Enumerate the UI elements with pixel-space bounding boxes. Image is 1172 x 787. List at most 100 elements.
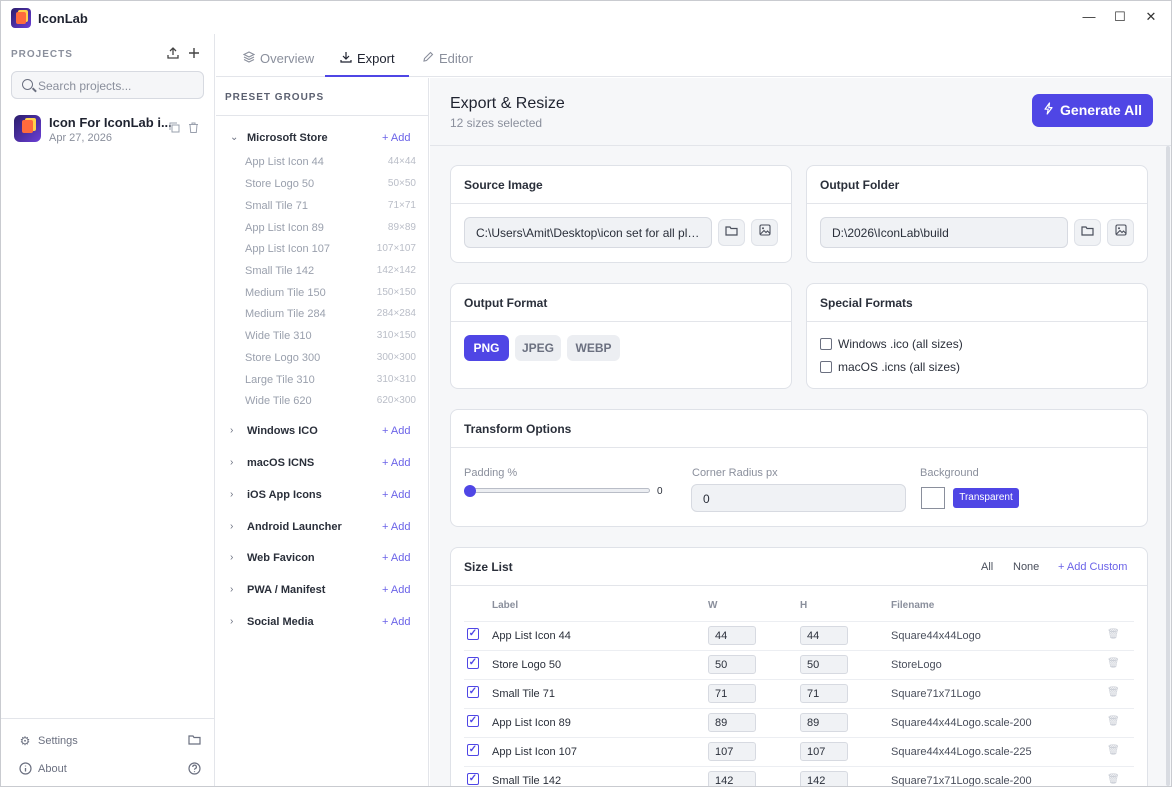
add-group-button[interactable]: + Add — [382, 616, 410, 628]
delete-project-button[interactable] — [187, 122, 199, 134]
open-folder-button[interactable] — [187, 734, 201, 748]
add-group-button[interactable]: + Add — [382, 521, 410, 533]
select-none-button[interactable]: None — [1013, 561, 1039, 573]
preset-group-social-media[interactable]: › Social Media + Add — [216, 613, 428, 633]
width-input[interactable]: 71 — [708, 684, 756, 703]
preset-item[interactable]: App List Icon 44 44×44 — [216, 154, 428, 172]
select-all-button[interactable]: All — [981, 561, 993, 573]
add-group-button[interactable]: + Add — [382, 425, 410, 437]
padding-slider-track[interactable] — [469, 488, 650, 493]
tab-editor[interactable]: Editor — [421, 44, 473, 77]
background-color-swatch[interactable] — [921, 487, 945, 509]
preset-group-pwa[interactable]: › PWA / Manifest + Add — [216, 581, 428, 601]
row-filename[interactable]: Square44x44Logo.scale-200 — [891, 717, 1032, 729]
export-project-button[interactable] — [165, 46, 181, 62]
preset-item[interactable]: Store Logo 50 50×50 — [216, 176, 428, 194]
group-name: Microsoft Store — [247, 132, 328, 144]
source-path-field[interactable]: C:\Users\Amit\Desktop\icon set for all p… — [464, 217, 712, 248]
format-png-button[interactable]: PNG — [464, 335, 509, 361]
help-button[interactable] — [187, 762, 201, 776]
search-input[interactable] — [38, 77, 198, 94]
row-checkbox[interactable]: ✓ — [467, 744, 479, 756]
row-checkbox[interactable]: ✓ — [467, 686, 479, 698]
preset-group-android[interactable]: › Android Launcher + Add — [216, 518, 428, 538]
maximize-button[interactable]: ☐ — [1112, 9, 1128, 25]
trash-icon[interactable]: 🗑 — [1107, 744, 1120, 757]
trash-icon[interactable]: 🗑 — [1107, 715, 1120, 728]
corner-radius-input[interactable]: 0 — [691, 484, 906, 512]
row-filename[interactable]: StoreLogo — [891, 659, 942, 671]
preset-item[interactable]: Wide Tile 310 310×150 — [216, 328, 428, 346]
tab-overview[interactable]: Overview — [242, 44, 314, 77]
preset-group-macos-icns[interactable]: › macOS ICNS + Add — [216, 454, 428, 474]
tab-export[interactable]: Export — [325, 44, 409, 77]
output-path-field[interactable]: D:\2026\IconLab\build — [820, 217, 1068, 248]
row-filename[interactable]: Square44x44Logo.scale-225 — [891, 746, 1032, 758]
new-project-button[interactable] — [186, 46, 202, 62]
preset-name: Wide Tile 620 — [245, 395, 312, 407]
width-input[interactable]: 44 — [708, 626, 756, 645]
preset-group-web-favicon[interactable]: › Web Favicon + Add — [216, 549, 428, 569]
about-link[interactable]: About — [1, 759, 214, 781]
height-input[interactable]: 107 — [800, 742, 848, 761]
main-scrollbar[interactable] — [1166, 146, 1170, 786]
trash-icon[interactable]: 🗑 — [1107, 657, 1120, 670]
preset-item[interactable]: Small Tile 142 142×142 — [216, 263, 428, 281]
add-group-button[interactable]: + Add — [382, 489, 410, 501]
preset-group-ios[interactable]: › iOS App Icons + Add — [216, 486, 428, 506]
add-group-button[interactable]: + Add — [382, 132, 410, 144]
open-output-button[interactable] — [1107, 219, 1134, 246]
preset-item[interactable]: Store Logo 300 300×300 — [216, 350, 428, 368]
preset-item[interactable]: Large Tile 310 310×310 — [216, 372, 428, 390]
add-group-button[interactable]: + Add — [382, 457, 410, 469]
preset-item[interactable]: Wide Tile 620 620×300 — [216, 393, 428, 411]
preset-item[interactable]: App List Icon 89 89×89 — [216, 220, 428, 238]
height-input[interactable]: 142 — [800, 771, 848, 786]
add-group-button[interactable]: + Add — [382, 552, 410, 564]
preset-group-windows-ico[interactable]: › Windows ICO + Add — [216, 422, 428, 442]
format-webp-button[interactable]: WEBP — [567, 335, 620, 361]
trash-icon[interactable]: 🗑 — [1107, 773, 1120, 786]
preset-item[interactable]: Medium Tile 284 284×284 — [216, 306, 428, 324]
height-input[interactable]: 71 — [800, 684, 848, 703]
add-custom-button[interactable]: + Add Custom — [1058, 561, 1127, 573]
padding-slider-thumb[interactable] — [464, 485, 476, 497]
settings-link[interactable]: ⚙ Settings — [1, 731, 214, 753]
height-input[interactable]: 50 — [800, 655, 848, 674]
browse-source-button[interactable] — [718, 219, 745, 246]
transparent-button[interactable]: Transparent — [953, 488, 1019, 508]
row-checkbox[interactable]: ✓ — [467, 628, 479, 640]
preset-group-microsoft-store[interactable]: ⌄ Microsoft Store + Add — [216, 129, 428, 149]
preset-item[interactable]: Medium Tile 150 150×150 — [216, 285, 428, 303]
format-jpeg-button[interactable]: JPEG — [515, 335, 561, 361]
ico-checkbox[interactable] — [820, 338, 832, 350]
icns-checkbox[interactable] — [820, 361, 832, 373]
preset-item[interactable]: App List Icon 107 107×107 — [216, 241, 428, 259]
row-filename[interactable]: Square71x71Logo.scale-200 — [891, 775, 1032, 786]
width-input[interactable]: 89 — [708, 713, 756, 732]
row-checkbox[interactable]: ✓ — [467, 715, 479, 727]
browse-output-button[interactable] — [1074, 219, 1101, 246]
preset-name: App List Icon 44 — [245, 156, 324, 168]
trash-icon[interactable]: 🗑 — [1107, 628, 1120, 641]
table-row: ✓ Store Logo 50 50 50 StoreLogo 🗑 — [464, 650, 1134, 679]
add-group-button[interactable]: + Add — [382, 584, 410, 596]
row-checkbox[interactable]: ✓ — [467, 773, 479, 785]
preview-source-button[interactable] — [751, 219, 778, 246]
row-checkbox[interactable]: ✓ — [467, 657, 479, 669]
minimize-button[interactable]: — — [1081, 9, 1097, 25]
width-input[interactable]: 142 — [708, 771, 756, 786]
trash-icon[interactable]: 🗑 — [1107, 686, 1120, 699]
height-input[interactable]: 44 — [800, 626, 848, 645]
height-input[interactable]: 89 — [800, 713, 848, 732]
row-filename[interactable]: Square44x44Logo — [891, 630, 981, 642]
width-input[interactable]: 50 — [708, 655, 756, 674]
project-item[interactable]: Icon For IconLab i... Apr 27, 2026 — [1, 111, 214, 149]
row-filename[interactable]: Square71x71Logo — [891, 688, 981, 700]
close-button[interactable]: ✕ — [1143, 9, 1159, 25]
duplicate-project-button[interactable] — [168, 122, 180, 134]
width-input[interactable]: 107 — [708, 742, 756, 761]
card-title: Size List — [464, 560, 513, 574]
preset-item[interactable]: Small Tile 71 71×71 — [216, 198, 428, 216]
generate-all-button[interactable]: Generate All — [1032, 94, 1153, 127]
